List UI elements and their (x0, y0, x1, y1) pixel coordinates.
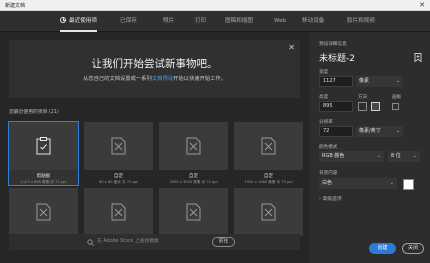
color-mode-value: RGB 颜色 (322, 153, 345, 159)
item-meta: 1127 x 895 像素 @ 72 ppi (20, 180, 67, 184)
recent-item-custom[interactable]: 自定 60 x 80 厘米 @ 72 ppi (84, 122, 153, 185)
clock-icon (60, 16, 66, 23)
document-presets-link[interactable]: 文档预设 (152, 76, 173, 82)
tab-web[interactable]: Web (274, 11, 286, 32)
item-thumbnail (159, 188, 228, 236)
title-bar: 新建文档 ✕ (0, 0, 430, 11)
preset-details-label: 预设详细信息 (319, 42, 347, 47)
color-mode-label: 颜色模式 (319, 145, 338, 150)
tab-saved[interactable]: 已保存 (120, 11, 137, 32)
main-area: 让我们开始尝试新事物吧。 从您自己的文档设置或一系列文档预设开始以快速开始工作。… (0, 32, 310, 263)
stock-search-bar: 在 Adobe Stock 上查找模板 前往 (9, 234, 300, 250)
resolution-label: 分辨率 (319, 120, 333, 125)
recent-item-custom[interactable] (9, 188, 78, 236)
custom-doc-icon (261, 203, 276, 221)
create-button[interactable]: 创建 (369, 243, 396, 254)
tab-photo[interactable]: 照片 (163, 11, 174, 32)
custom-doc-icon (186, 203, 201, 221)
window-title: 新建文档 (5, 3, 26, 9)
width-unit-dropdown[interactable]: 像素 ⌄ (356, 76, 403, 87)
width-input[interactable]: 1127 (319, 76, 353, 87)
window-close-icon[interactable]: ✕ (419, 0, 425, 10)
search-icon (87, 239, 94, 246)
recent-item-clipboard[interactable]: 剪贴板 1127 x 895 像素 @ 72 ppi (8, 121, 79, 186)
banner-sub-after: 开始以快速开始工作。 (173, 76, 227, 82)
orientation-label: 方向 (358, 95, 368, 100)
portrait-orientation-button[interactable] (358, 102, 367, 111)
chevron-down-icon: ⌄ (395, 78, 400, 84)
banner-subtext: 从您自己的文档设置或一系列文档预设开始以快速开始工作。 (9, 74, 300, 82)
landscape-orientation-button[interactable] (371, 102, 380, 111)
recent-item-custom[interactable] (234, 188, 303, 236)
chevron-down-icon: ⌄ (376, 153, 381, 159)
go-button[interactable]: 前往 (212, 237, 235, 247)
width-label: 宽度 (319, 70, 329, 75)
chevron-down-icon: ⌄ (412, 153, 417, 159)
clipboard-icon (36, 137, 51, 155)
stock-search-placeholder: 在 Adobe Stock 上查找模板 (97, 239, 159, 244)
item-thumbnail (84, 188, 153, 236)
stock-search-input[interactable]: 在 Adobe Stock 上查找模板 (85, 237, 205, 247)
tab-label: 最近使用项 (69, 18, 97, 24)
tab-mobile[interactable]: 移动设备 (302, 11, 324, 32)
bit-depth-value: 8 位 (391, 153, 401, 159)
banner-close-icon[interactable]: ✕ (288, 44, 295, 52)
custom-doc-icon (186, 137, 201, 155)
item-name: 自定 (263, 174, 274, 179)
advanced-options-toggle[interactable]: › 高级选项 (319, 195, 342, 202)
item-thumbnail (9, 122, 78, 170)
tab-film-video[interactable]: 胶片和视频 (347, 11, 375, 32)
custom-doc-icon (111, 203, 126, 221)
item-meta: 3000 x 3000 像素 @ 72 ppi (169, 180, 218, 184)
bit-depth-dropdown[interactable]: 8 位 ⌄ (388, 151, 420, 162)
item-meta: 60 x 80 厘米 @ 72 ppi (98, 180, 139, 184)
item-name: 自定 (188, 174, 199, 179)
background-label: 背景内容 (319, 171, 338, 176)
background-value: 白色 (322, 180, 333, 186)
item-thumbnail (159, 122, 228, 170)
item-name: 剪贴板 (36, 174, 51, 179)
resolution-unit-dropdown[interactable]: 像素/英寸 ⌄ (356, 126, 403, 137)
item-thumbnail (84, 122, 153, 170)
height-input[interactable]: 895 (319, 101, 353, 112)
tab-print[interactable]: 打印 (195, 11, 206, 32)
recent-item-custom[interactable]: 自定 3000 x 3000 像素 @ 72 ppi (159, 122, 228, 185)
chevron-down-icon: ⌄ (395, 128, 400, 134)
document-name-field[interactable]: 未标题-2 (319, 51, 355, 64)
custom-doc-icon (261, 137, 276, 155)
recent-item-custom[interactable] (159, 188, 228, 236)
advanced-options-label: 高级选项 (322, 197, 342, 202)
background-color-swatch[interactable] (403, 179, 414, 190)
custom-doc-icon (36, 203, 51, 221)
artboard-checkbox[interactable] (392, 103, 399, 110)
height-label: 高度 (319, 95, 329, 100)
close-button[interactable]: 关闭 (402, 243, 424, 254)
background-dropdown[interactable]: 白色 ⌄ (319, 178, 397, 189)
preset-details-panel: 预设详细信息 未标题-2 宽度 1127 像素 ⌄ 高度 方向 画板 895 分辨… (310, 32, 430, 263)
width-unit-value: 像素 (359, 78, 370, 84)
welcome-banner: 让我们开始尝试新事物吧。 从您自己的文档设置或一系列文档预设开始以快速开始工作。… (9, 40, 300, 98)
custom-doc-icon (111, 137, 126, 155)
item-thumbnail (234, 122, 303, 170)
tab-recent[interactable]: 最近使用项 (60, 11, 97, 32)
banner-sub-before: 从您自己的文档设置或一系列 (82, 76, 152, 82)
chevron-down-icon: ⌄ (389, 180, 394, 186)
tab-art-illustration[interactable]: 图稿和插图 (225, 11, 253, 32)
save-preset-icon[interactable] (414, 53, 422, 62)
item-thumbnail (9, 188, 78, 236)
recent-item-custom[interactable]: 自定 1920 x 1080 像素 @ 72 ppi (234, 122, 303, 185)
color-mode-dropdown[interactable]: RGB 颜色 ⌄ (319, 151, 384, 162)
resolution-unit-value: 像素/英寸 (359, 128, 381, 134)
banner-headline: 让我们开始尝试新事物吧。 (91, 58, 218, 70)
item-meta: 1920 x 1080 像素 @ 72 ppi (244, 180, 293, 184)
tab-bar: 最近使用项 已保存 照片 打印 图稿和插图 Web 移动设备 胶片和视频 (0, 11, 430, 32)
recent-items-label: 您最近使用的项目 (21) (9, 110, 59, 115)
item-name: 自定 (113, 174, 124, 179)
recent-item-custom[interactable] (84, 188, 153, 236)
chevron-right-icon: › (319, 197, 321, 202)
artboard-label: 画板 (392, 95, 402, 100)
resolution-input[interactable]: 72 (319, 126, 353, 137)
item-thumbnail (234, 188, 303, 236)
